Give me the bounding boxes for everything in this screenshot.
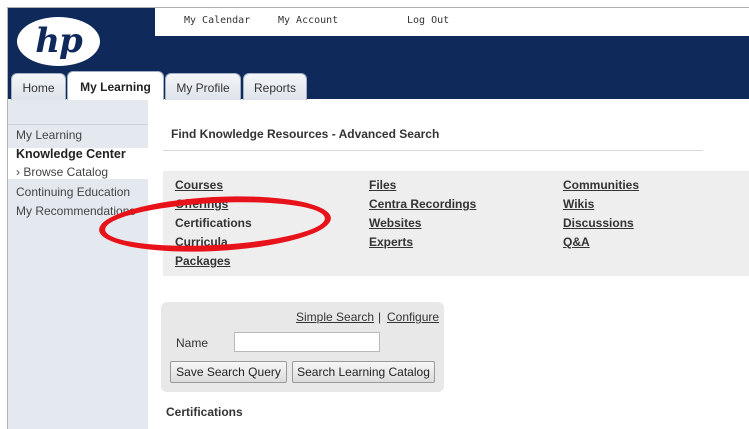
link-packages[interactable]: Packages <box>175 254 230 268</box>
link-websites[interactable]: Websites <box>369 216 421 230</box>
link-separator: | <box>378 310 382 324</box>
link-experts[interactable]: Experts <box>369 235 413 249</box>
link-centra-recordings[interactable]: Centra Recordings <box>369 197 476 211</box>
sidebar-item-knowledge-center[interactable]: Knowledge Center <box>16 147 126 161</box>
title-divider <box>163 150 703 151</box>
configure-link[interactable]: Configure <box>387 310 439 324</box>
resource-links-panel: Courses Offerings Certifications Curricu… <box>163 171 749 276</box>
tab-home[interactable]: Home <box>11 73 66 100</box>
link-wikis[interactable]: Wikis <box>563 197 594 211</box>
name-label: Name <box>176 336 209 350</box>
link-courses[interactable]: Courses <box>175 178 223 192</box>
my-account-link[interactable]: My Account <box>278 15 338 26</box>
link-discussions[interactable]: Discussions <box>563 216 634 230</box>
sidebar: My Learning Knowledge Center › Browse Ca… <box>8 100 148 429</box>
sidebar-item-my-learning[interactable]: My Learning <box>16 128 82 142</box>
sidebar-item-my-recommendations[interactable]: My Recommendations <box>16 204 135 218</box>
save-search-query-button[interactable]: Save Search Query <box>170 361 287 383</box>
page-title: Find Knowledge Resources - Advanced Sear… <box>171 127 440 141</box>
app-window: hp My Calendar My Account Log Out Home M… <box>7 7 749 429</box>
sidebar-item-continuing-education[interactable]: Continuing Education <box>16 185 130 199</box>
log-out-link[interactable]: Log Out <box>407 15 449 26</box>
link-communities[interactable]: Communities <box>563 178 639 192</box>
sidebar-divider <box>8 124 148 125</box>
logo[interactable]: hp <box>8 8 155 74</box>
link-curricula[interactable]: Curricula <box>175 235 228 249</box>
link-offerings[interactable]: Offerings <box>175 197 228 211</box>
name-input[interactable] <box>234 332 380 352</box>
search-learning-catalog-button[interactable]: Search Learning Catalog <box>292 361 435 383</box>
tab-my-profile[interactable]: My Profile <box>165 73 241 100</box>
simple-search-link[interactable]: Simple Search <box>296 310 374 324</box>
link-qa[interactable]: Q&A <box>563 235 590 249</box>
tab-reports[interactable]: Reports <box>243 73 307 100</box>
search-panel: Simple Search | Configure Name Save Sear… <box>161 302 444 392</box>
link-certifications[interactable]: Certifications <box>175 216 252 230</box>
my-calendar-link[interactable]: My Calendar <box>184 15 250 26</box>
tab-my-learning[interactable]: My Learning <box>67 71 164 101</box>
section-heading-certifications: Certifications <box>166 405 243 419</box>
link-files[interactable]: Files <box>369 178 396 192</box>
sidebar-item-browse-catalog[interactable]: › Browse Catalog <box>16 165 108 179</box>
hp-logo-text: hp <box>35 21 83 61</box>
